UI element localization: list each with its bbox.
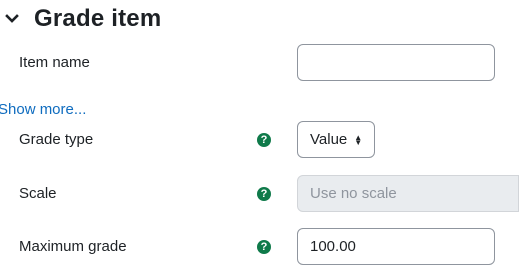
question-circle-icon[interactable]: ? — [257, 187, 271, 201]
question-circle-icon[interactable]: ? — [257, 240, 271, 254]
grade-type-value: Value — [310, 131, 348, 148]
scale-select: Use no scale — [297, 175, 519, 212]
grade-item-form: Grade item Item name Show more... Grade … — [0, 0, 519, 273]
section-title: Grade item — [34, 5, 162, 32]
item-name-input[interactable] — [297, 44, 495, 81]
chevron-down-icon — [5, 14, 19, 23]
scale-label: Scale — [19, 185, 57, 202]
maximum-grade-value: 100.00 — [310, 238, 356, 255]
maximum-grade-label: Maximum grade — [19, 238, 127, 255]
question-circle-icon[interactable]: ? — [257, 133, 271, 147]
item-name-label: Item name — [19, 54, 90, 71]
grade-type-label: Grade type — [19, 131, 94, 148]
maximum-grade-input[interactable]: 100.00 — [297, 228, 495, 265]
show-more-link[interactable]: Show more... — [0, 101, 86, 118]
select-arrows-icon: ▲ ▼ — [354, 132, 363, 147]
scale-value: Use no scale — [310, 185, 397, 202]
grade-item-section-toggle[interactable]: Grade item — [4, 2, 161, 36]
grade-type-select[interactable]: Value ▲ ▼ — [297, 121, 375, 158]
